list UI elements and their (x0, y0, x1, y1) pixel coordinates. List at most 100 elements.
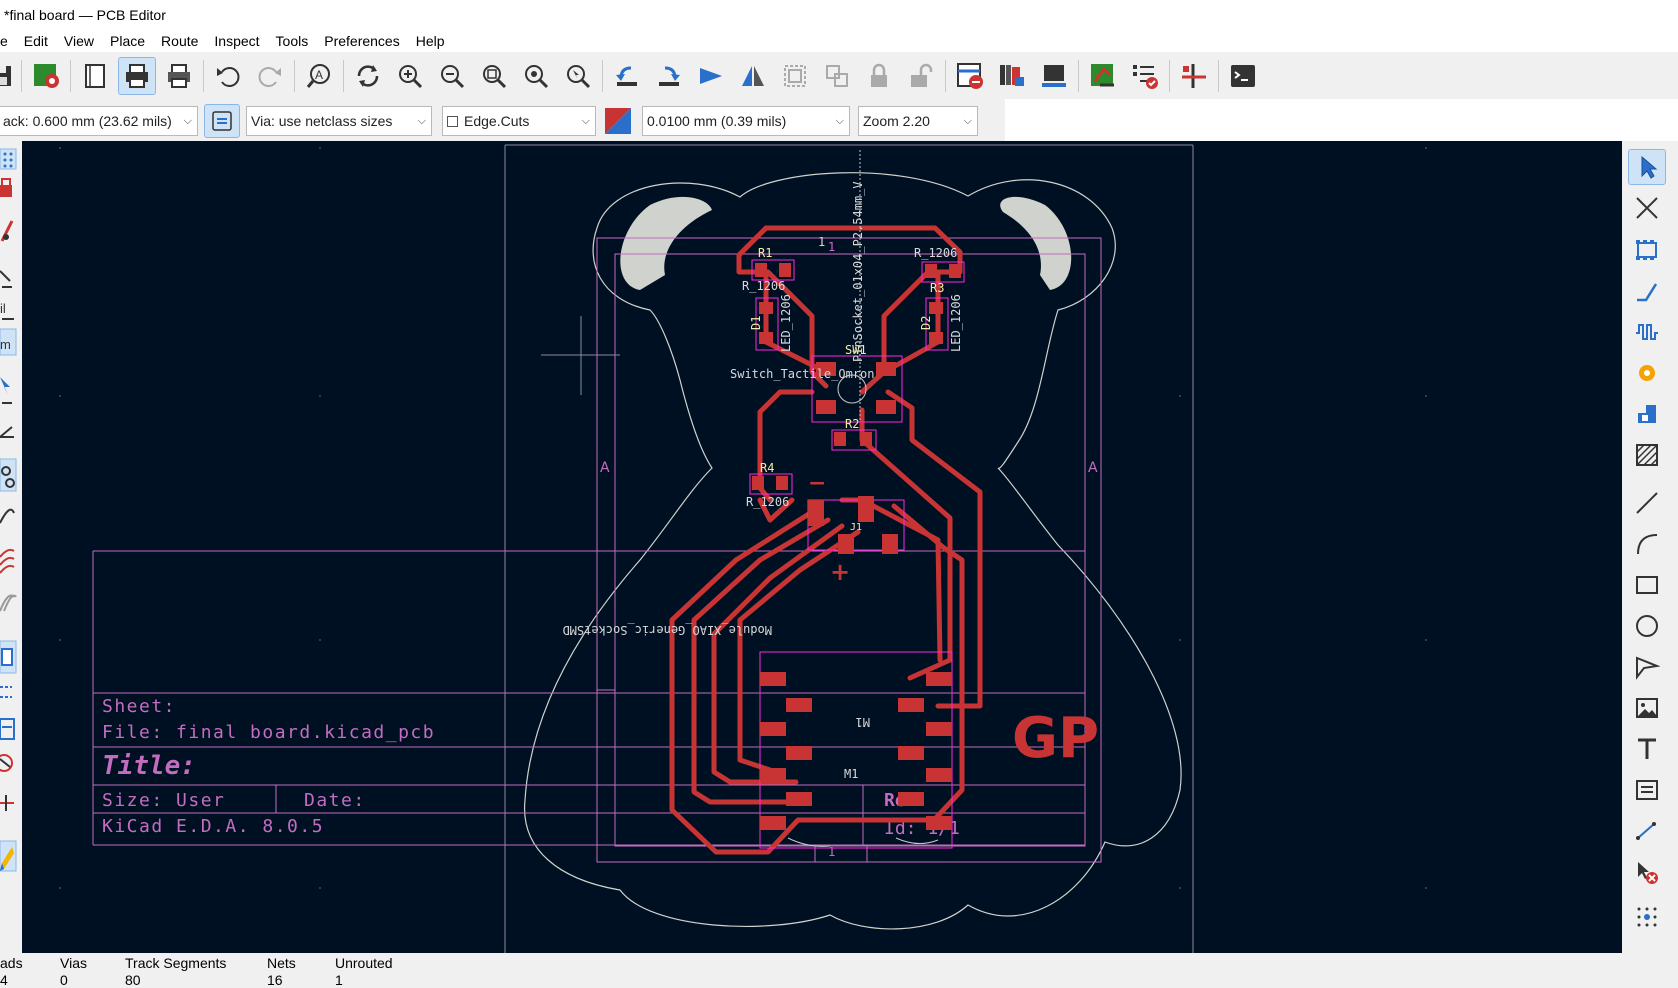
find-button[interactable]: A (300, 57, 338, 95)
val-d1: LED_1206 (779, 294, 793, 352)
draw-polygon-button[interactable] (1628, 649, 1666, 685)
crosshair-icon (0, 795, 14, 811)
menu-place[interactable]: Place (102, 33, 153, 49)
redo-button[interactable] (251, 57, 289, 95)
cursor-arrow-icon (1641, 155, 1658, 179)
route-track-button[interactable] (1628, 273, 1666, 309)
update-from-schematic-button[interactable] (1084, 57, 1122, 95)
flip-button[interactable] (692, 57, 730, 95)
add-rule-area-button[interactable] (1628, 437, 1666, 473)
plot-icon (168, 64, 190, 88)
menu-preferences[interactable]: Preferences (316, 33, 407, 49)
curve-icon (0, 508, 15, 524)
pcb-canvas[interactable]: A A 1 1 Sheet: File: final board.kicad_p… (22, 141, 1622, 953)
ref-d2: D2 (919, 316, 933, 330)
delete-tool-button[interactable] (1628, 854, 1666, 890)
toolbar-separator (1169, 60, 1170, 92)
menu-route[interactable]: Route (153, 33, 206, 49)
menu-edit[interactable]: Edit (16, 33, 56, 49)
chevron-down-icon: ⌵ (963, 115, 972, 127)
draw-circle-button[interactable] (1628, 608, 1666, 644)
grid-origin-icon (1637, 907, 1657, 927)
page-icon (85, 64, 105, 88)
zoom-out-button[interactable] (433, 57, 471, 95)
rotate-ccw-button[interactable] (608, 57, 646, 95)
toolbar-separator (70, 60, 71, 92)
zoom-select[interactable]: Zoom 2.20 ⌵ (858, 106, 978, 136)
val-d2: LED_1206 (949, 294, 963, 352)
flip-icon (700, 68, 722, 84)
layer-select[interactable]: Edge.Cuts ⌵ (442, 106, 596, 136)
grid-size-select[interactable]: 0.0100 mm (0.39 mils) ⌵ (642, 106, 850, 136)
select-tool-button[interactable] (1628, 149, 1666, 185)
save-button[interactable] (0, 57, 16, 95)
tune-length-button[interactable] (1628, 314, 1666, 350)
menu-inspect[interactable]: Inspect (206, 33, 267, 49)
add-via-button[interactable] (1628, 355, 1666, 391)
add-text-button[interactable] (1628, 731, 1666, 767)
compass-icon (0, 754, 13, 772)
layer-pair-icon (605, 108, 631, 134)
gp-logo-text: GP (1012, 706, 1099, 771)
plot-button[interactable] (160, 57, 198, 95)
refresh-button[interactable] (349, 57, 387, 95)
footprint-icon (1636, 240, 1657, 260)
board-setup-button[interactable] (27, 57, 65, 95)
lock-button[interactable] (860, 57, 898, 95)
mirror-button[interactable] (734, 57, 772, 95)
toolbar-separator (1078, 60, 1079, 92)
drc-button[interactable] (951, 57, 989, 95)
unlock-button[interactable] (902, 57, 940, 95)
ratsnest-icon (0, 270, 12, 288)
footprint-library-button[interactable] (993, 57, 1031, 95)
page-settings-button[interactable] (76, 57, 114, 95)
track-width-select[interactable]: ack: 0.600 mm (23.62 mils) ⌵ (0, 106, 198, 136)
rotate-cw-button[interactable] (650, 57, 688, 95)
pcb-drawing[interactable]: A A 1 1 Sheet: File: final board.kicad_p… (22, 141, 1622, 953)
add-dimension-button[interactable] (1628, 813, 1666, 849)
menu-file[interactable]: e (0, 33, 16, 49)
menu-tools[interactable]: Tools (268, 33, 317, 49)
zoom-out-icon (441, 65, 465, 89)
grid-origin-button[interactable] (1628, 899, 1666, 935)
draw-arc-button[interactable] (1628, 526, 1666, 562)
print-button[interactable] (118, 57, 156, 95)
menu-bar: e Edit View Place Route Inspect Tools Pr… (0, 30, 1678, 52)
zoom-objects-button[interactable] (517, 57, 555, 95)
add-textbox-button[interactable] (1628, 772, 1666, 808)
meander-icon (1636, 324, 1658, 340)
ungroup-button[interactable] (818, 57, 856, 95)
add-image-button[interactable] (1628, 690, 1666, 726)
layer-toggle-icon (0, 640, 17, 674)
undo-button[interactable] (209, 57, 247, 95)
val-r3: R_1206 (914, 246, 957, 260)
plus-silk: + (830, 558, 850, 586)
draw-line-button[interactable] (1628, 485, 1666, 521)
text-icon (1638, 738, 1656, 759)
draw-rectangle-button[interactable] (1628, 567, 1666, 603)
copper-tracks (669, 225, 983, 855)
val-r1: R_1206 (742, 279, 785, 293)
checklist-button[interactable] (1126, 57, 1164, 95)
menu-help[interactable]: Help (408, 33, 453, 49)
local-ratsnest-button[interactable] (1628, 190, 1666, 226)
via-size-select[interactable]: Via: use netclass sizes ⌵ (246, 106, 432, 136)
zoom-selection-button[interactable] (559, 57, 597, 95)
chevron-down-icon: ⌵ (417, 115, 426, 127)
scripting-console-button[interactable] (1224, 57, 1262, 95)
title-bar: *final board — PCB Editor (0, 0, 1678, 30)
redo-icon (258, 67, 281, 87)
zoom-fit-button[interactable] (475, 57, 513, 95)
add-footprint-button[interactable] (1628, 232, 1666, 268)
group-button[interactable] (776, 57, 814, 95)
layer-pair-button[interactable] (602, 105, 634, 137)
footprint-editor-button[interactable] (1035, 57, 1073, 95)
add-zone-button[interactable] (1628, 396, 1666, 432)
ref-m1: M1 (844, 767, 858, 781)
auto-track-width-button[interactable] (204, 104, 240, 138)
zoom-in-button[interactable] (391, 57, 429, 95)
grid-toggle-icon (0, 148, 17, 170)
group-icon (784, 65, 806, 87)
menu-view[interactable]: View (56, 33, 102, 49)
route-button[interactable] (1175, 57, 1213, 95)
